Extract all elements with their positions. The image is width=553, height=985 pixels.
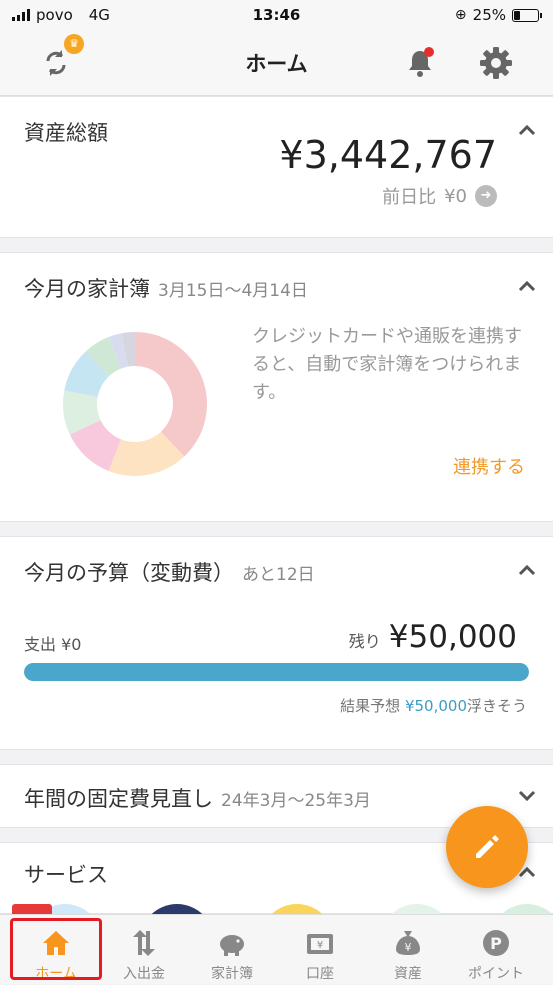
total-assets-card[interactable]: 資産総額 ¥3,442,767 前日比 ¥0 ➜ [0, 96, 553, 238]
home-tab-highlight [10, 918, 102, 980]
tab-label: 入出金 [123, 966, 165, 982]
tab-points[interactable]: P ポイント [450, 915, 542, 985]
forecast-text: 結果予想 ¥50,000浮きそう [340, 695, 527, 716]
notification-dot [424, 47, 434, 57]
tab-label: ポイント [468, 966, 524, 982]
daily-change-value: ¥0 [444, 185, 467, 207]
chevron-down-icon[interactable] [517, 789, 537, 803]
chevron-up-icon[interactable] [517, 279, 537, 293]
chevron-up-icon[interactable] [517, 123, 537, 137]
battery-percent: 25% [472, 6, 506, 24]
points-icon: P [483, 930, 509, 956]
spent-value: ¥0 [61, 635, 82, 654]
gear-icon[interactable] [478, 45, 514, 81]
card-title: 年間の固定費見直し 24年3月〜25年3月 [24, 783, 371, 813]
card-title: 今月の家計簿 3月15日〜4月14日 [24, 273, 308, 303]
card-title: 資産総額 [24, 121, 108, 145]
days-left: あと12日 [242, 565, 315, 585]
svg-text:¥: ¥ [405, 941, 412, 954]
forecast-prefix: 結果予想 [340, 697, 401, 715]
daily-change[interactable]: 前日比 ¥0 ➜ [382, 183, 497, 209]
tab-label: 口座 [306, 966, 334, 982]
fixed-costs-title: 年間の固定費見直し [24, 787, 213, 811]
piggy-bank-icon [220, 935, 244, 956]
money-bag-icon: ¥ [396, 931, 420, 955]
battery-group: ⊕ 25% [454, 6, 542, 24]
chevron-up-icon[interactable] [517, 563, 537, 577]
link-prompt-text: クレジットカードや通販を連携すると、自動で家計簿をつけられます。 [252, 326, 522, 403]
daily-change-label: 前日比 [382, 187, 437, 208]
battery-icon [512, 8, 542, 22]
svg-text:P: P [490, 934, 502, 953]
tab-household[interactable]: 家計簿 [186, 915, 278, 985]
donut-segment [135, 332, 207, 457]
orientation-lock-icon: ⊕ [454, 7, 467, 23]
status-bar: povo 4G 13:46 ⊕ 25% [0, 0, 553, 30]
wallet-icon: ¥ [307, 934, 333, 954]
monthly-budget-card[interactable]: 今月の予算（変動費） あと12日 支出 ¥0 残り ¥50,000 結果予想 ¥5… [0, 536, 553, 750]
household-title: 今月の家計簿 [24, 277, 150, 301]
fixed-costs-period: 24年3月〜25年3月 [221, 791, 371, 811]
arrow-right-icon: ➜ [475, 185, 497, 207]
spent-label: 支出 [24, 635, 57, 654]
tab-transactions[interactable]: 入出金 [98, 915, 190, 985]
add-entry-button[interactable] [446, 806, 528, 888]
card-title: 今月の予算（変動費） あと12日 [24, 557, 315, 587]
tab-label: 資産 [394, 966, 422, 982]
app-header: ♛ ホーム [0, 30, 553, 96]
household-period: 3月15日〜4月14日 [158, 281, 308, 301]
services-title: サービス [24, 863, 108, 887]
pencil-icon [476, 835, 499, 858]
tab-assets[interactable]: ¥ 資産 [362, 915, 454, 985]
page-title: ホーム [245, 52, 308, 76]
remaining-amount: 残り ¥50,000 [349, 619, 517, 655]
tab-label: 家計簿 [211, 966, 253, 982]
budget-progress-fill [24, 663, 529, 681]
forecast-value: ¥50,000 [404, 697, 467, 715]
household-budget-card[interactable]: 今月の家計簿 3月15日〜4月14日 クレジットカードや通販を連携すると、自動で家… [0, 252, 553, 522]
link-accounts-button[interactable]: 連携する [453, 453, 525, 479]
remaining-value: ¥50,000 [388, 619, 517, 655]
total-assets-value: ¥3,442,767 [279, 133, 497, 177]
tab-accounts[interactable]: ¥ 口座 [274, 915, 366, 985]
budget-progress-bar [24, 663, 529, 681]
forecast-suffix: 浮きそう [466, 697, 527, 715]
remaining-label: 残り [348, 632, 381, 651]
spending-donut-chart [63, 332, 207, 476]
spent-amount: 支出 ¥0 [24, 631, 81, 655]
svg-text:¥: ¥ [317, 940, 323, 951]
transfer-icon [133, 930, 155, 956]
budget-title: 今月の予算（変動費） [24, 561, 234, 585]
